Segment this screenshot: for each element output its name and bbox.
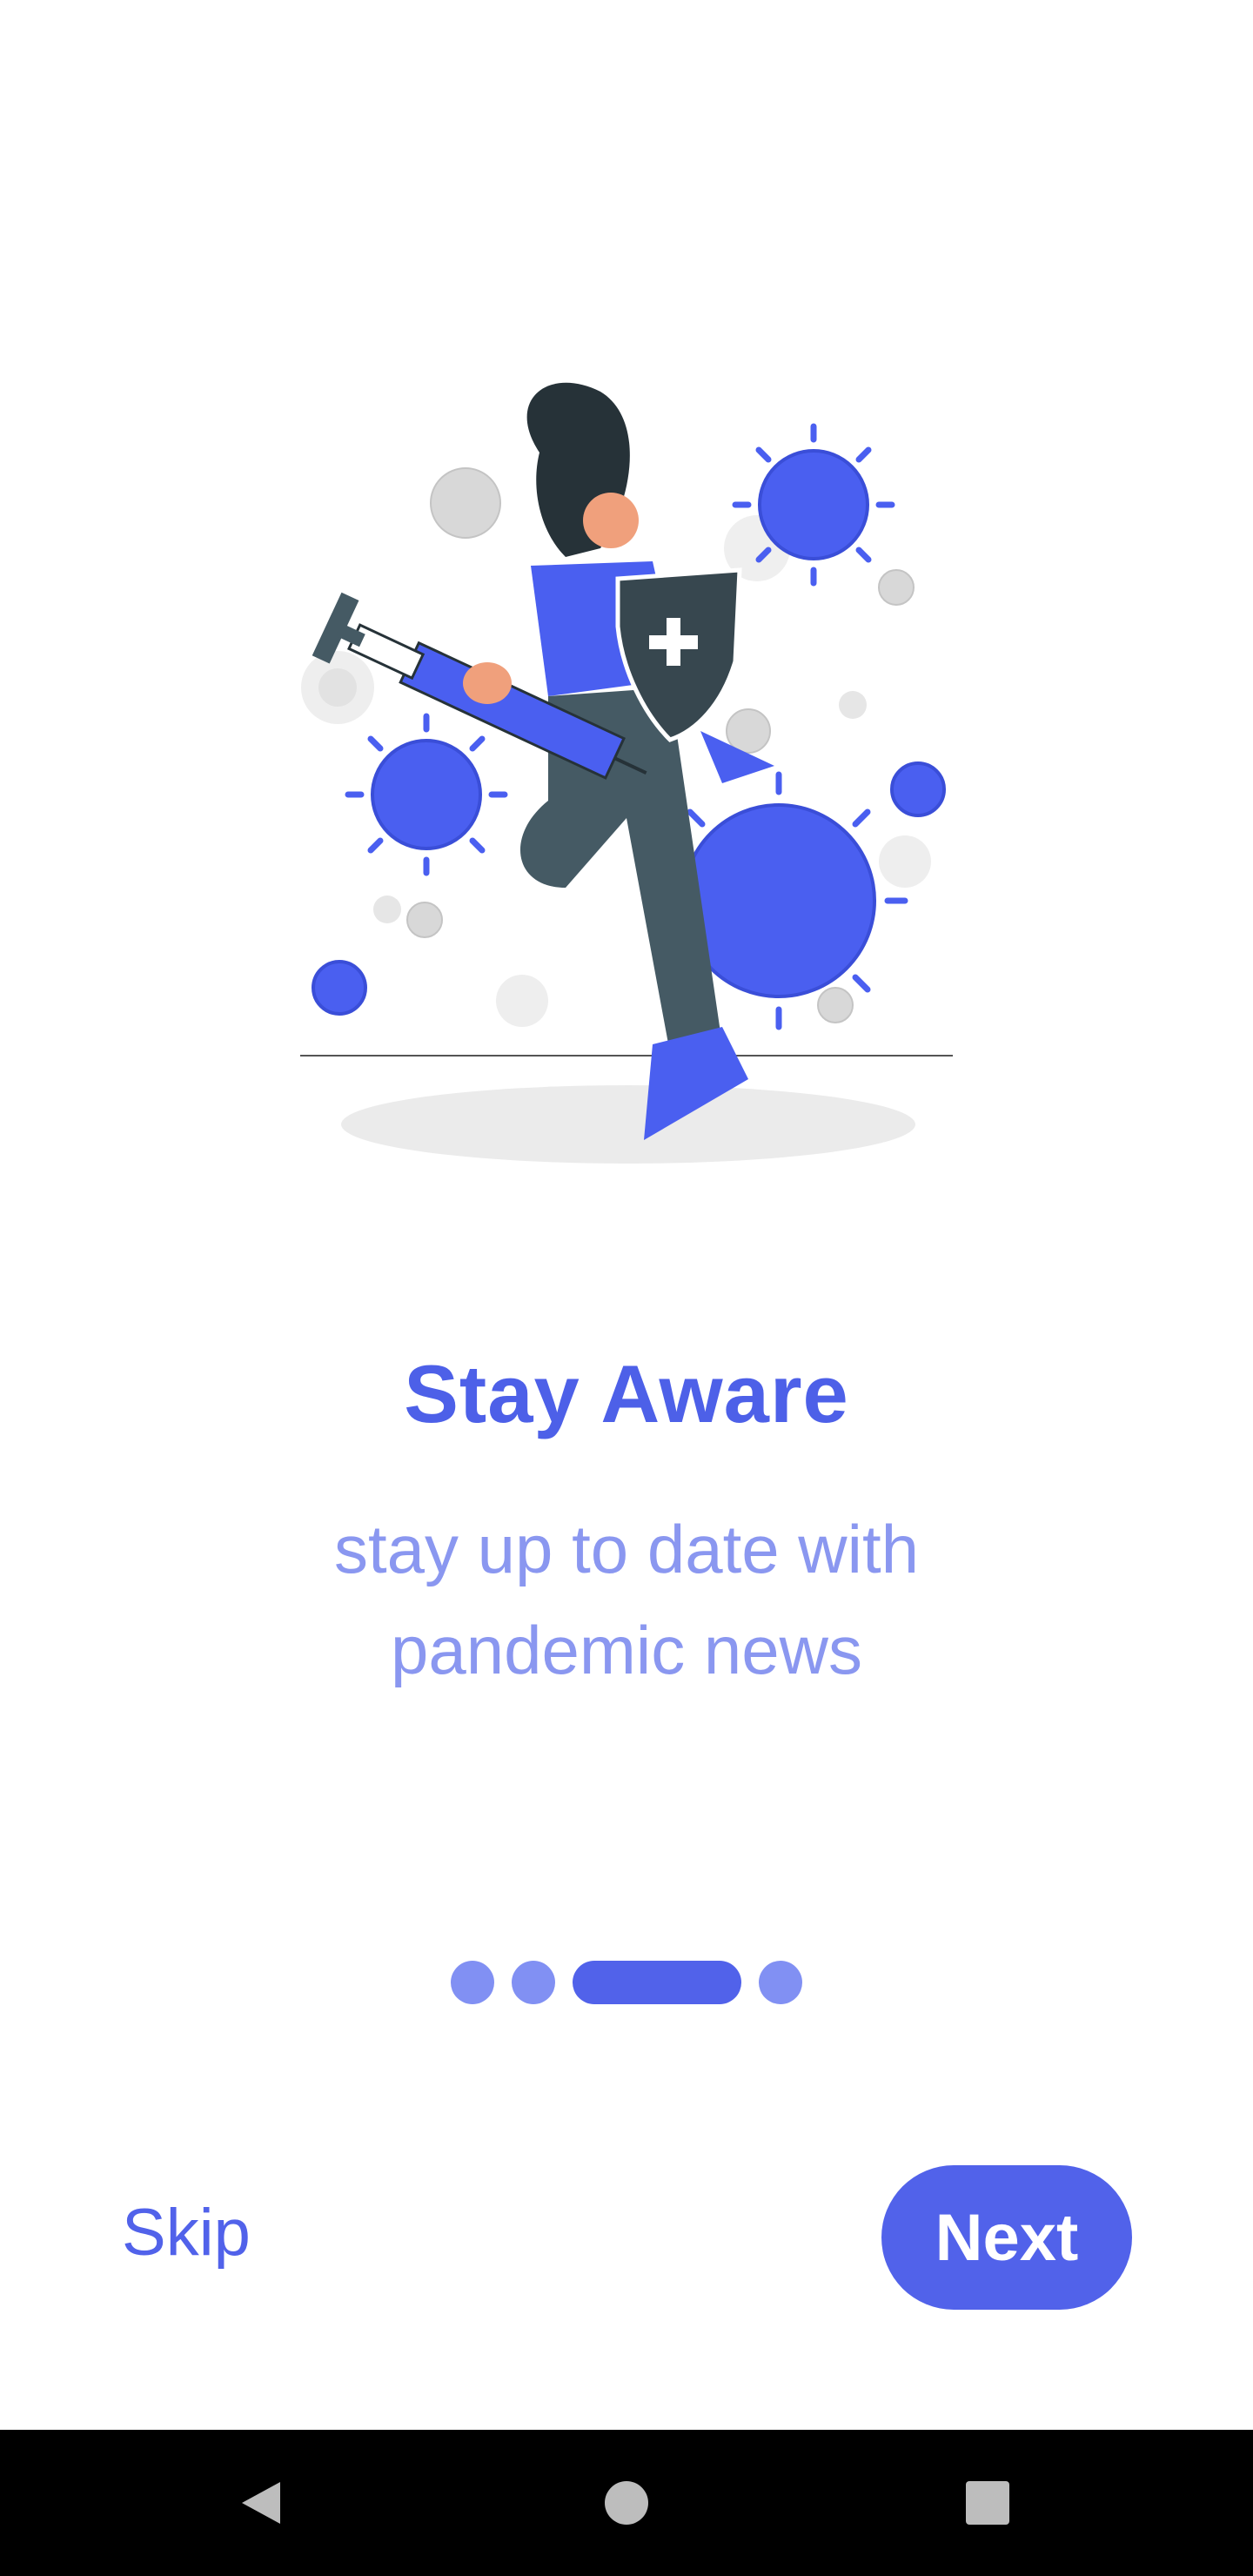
onboarding-screen: Stay Aware stay up to date with pandemic… [0, 0, 1253, 2576]
onboarding-title: Stay Aware [404, 1348, 849, 1439]
next-button[interactable]: Next [881, 2165, 1132, 2310]
page-dot-1[interactable] [451, 1961, 494, 2004]
onboarding-subtitle: stay up to date with pandemic news [191, 1499, 1062, 1701]
subtitle-line-1: stay up to date with [333, 1511, 920, 1587]
woman-fighting-virus-illustration [300, 382, 953, 1164]
recents-square-icon [966, 2481, 1009, 2525]
home-button[interactable] [539, 2430, 714, 2576]
page-indicator [0, 1961, 1253, 2004]
skip-button[interactable]: Skip [122, 2195, 251, 2271]
system-navigation-bar [0, 2430, 1253, 2576]
page-dot-4[interactable] [759, 1961, 802, 2004]
back-button[interactable] [174, 2430, 348, 2576]
home-circle-icon [605, 2481, 648, 2525]
subtitle-line-2: pandemic news [391, 1612, 862, 1688]
recents-button[interactable] [901, 2430, 1075, 2576]
page-dot-2[interactable] [512, 1961, 555, 2004]
back-triangle-icon [242, 2482, 280, 2524]
page-dot-3-active[interactable] [573, 1961, 741, 2004]
